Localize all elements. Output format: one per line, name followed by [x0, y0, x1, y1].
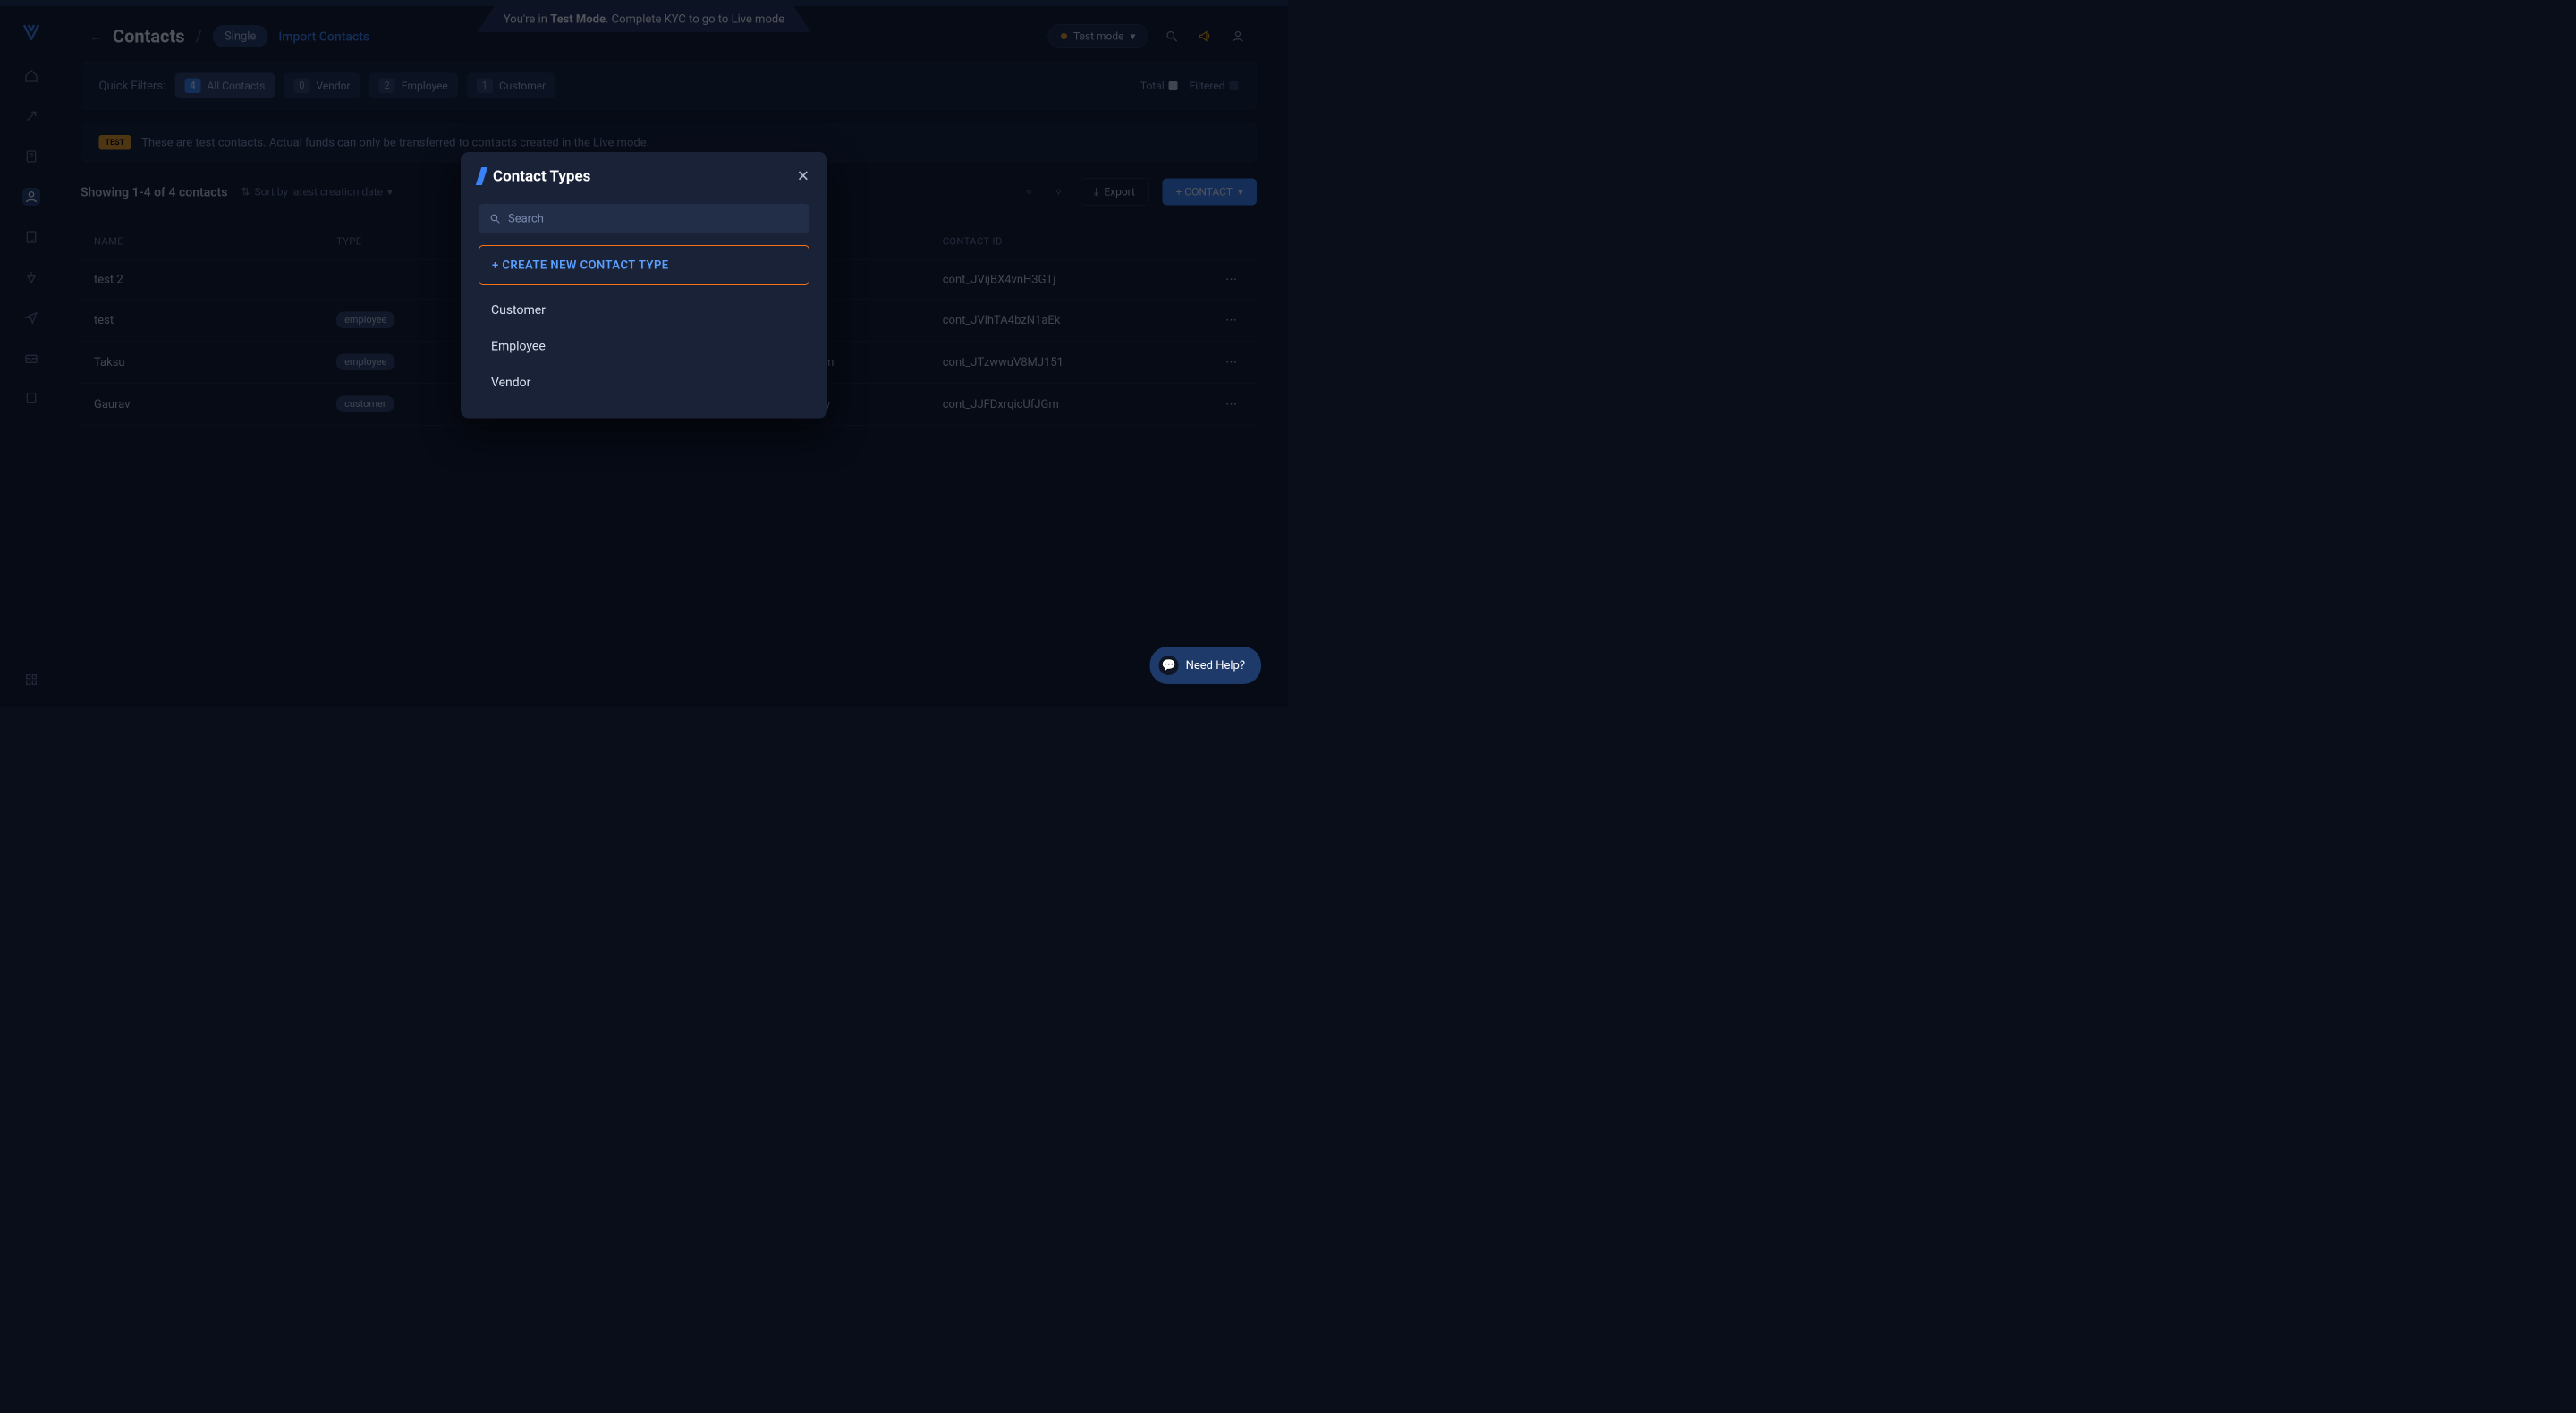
modal-search[interactable] [479, 204, 809, 233]
help-button[interactable]: 💬 Need Help? [1150, 647, 1261, 684]
create-contact-type-button[interactable]: + CREATE NEW CONTACT TYPE [479, 245, 809, 285]
modal-title: Contact Types [493, 167, 590, 185]
contact-type-option[interactable]: Vendor [479, 364, 809, 401]
close-icon[interactable]: ✕ [797, 167, 809, 185]
help-icon: 💬 [1159, 656, 1179, 675]
contact-type-option[interactable]: Employee [479, 328, 809, 365]
contact-type-option[interactable]: Customer [479, 292, 809, 328]
modal-overlay[interactable]: Contact Types ✕ + CREATE NEW CONTACT TYP… [0, 0, 1288, 706]
search-input[interactable] [508, 212, 799, 225]
contact-types-modal: Contact Types ✕ + CREATE NEW CONTACT TYP… [461, 152, 827, 419]
